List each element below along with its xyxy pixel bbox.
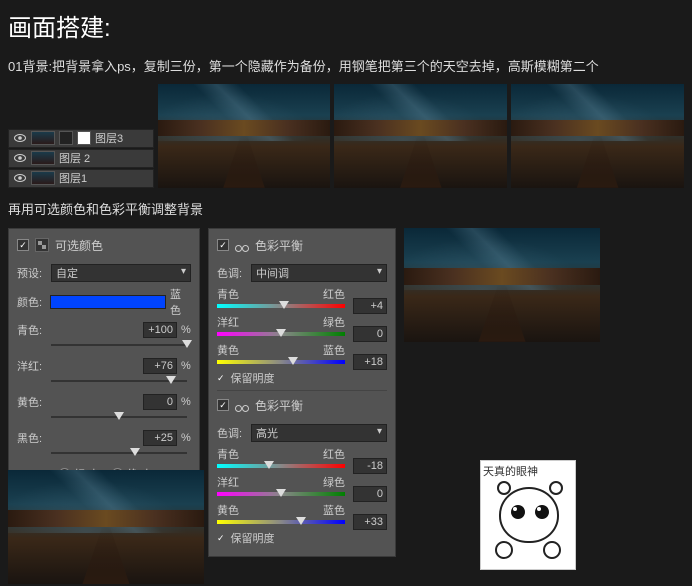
layer-name: 图层3 xyxy=(95,130,123,146)
slider-track[interactable] xyxy=(51,410,187,424)
color-balance-icon xyxy=(235,399,249,411)
slider-track[interactable]: 0 xyxy=(217,492,345,496)
result-preview-1 xyxy=(404,228,600,342)
slider-label: 黄色: xyxy=(17,394,47,410)
slider-value[interactable]: +33 xyxy=(353,514,387,530)
color-balance-icon xyxy=(235,239,249,251)
slider-right-label: 红色 xyxy=(323,286,345,302)
slider-value[interactable]: 0 xyxy=(353,486,387,502)
slider-left-label: 黄色 xyxy=(217,342,239,358)
slider-right-label: 红色 xyxy=(323,446,345,462)
slider-left-label: 青色 xyxy=(217,446,239,462)
visibility-icon[interactable] xyxy=(13,131,27,145)
tone-label: 色调: xyxy=(217,425,247,441)
layer-name: 图层1 xyxy=(59,170,87,186)
layer-name: 图层 2 xyxy=(59,150,90,166)
result-preview-2 xyxy=(8,470,204,584)
slider-track[interactable] xyxy=(51,446,187,460)
slider-right-label: 绿色 xyxy=(323,314,345,330)
layer-mask-icon xyxy=(77,131,91,145)
selective-color-panel: 可选颜色 预设: 自定 颜色: 蓝色 青色:+100% 洋红:+76% 黄色:0… xyxy=(8,228,200,489)
slider-left-label: 黄色 xyxy=(217,502,239,518)
subtitle: 再用可选颜色和色彩平衡调整背景 xyxy=(8,199,684,218)
color-swatch[interactable] xyxy=(50,295,166,309)
slider-track[interactable]: +4 xyxy=(217,304,345,308)
layer-row[interactable]: 图层1 xyxy=(8,169,154,188)
layer-thumb xyxy=(31,131,55,145)
slider-track[interactable]: +33 xyxy=(217,520,345,524)
slider-right-label: 蓝色 xyxy=(323,502,345,518)
slider-right-label: 绿色 xyxy=(323,474,345,490)
color-name: 蓝色 xyxy=(170,286,191,318)
panel-toggle-checkbox[interactable] xyxy=(217,239,229,251)
color-balance-panel: 色彩平衡 色调: 中间调 青色红色 +4洋红绿色 0黄色蓝色 +18 保留明度 … xyxy=(208,228,396,557)
panel-title: 可选颜色 xyxy=(55,237,103,254)
slider-value[interactable]: +18 xyxy=(353,354,387,370)
layer-mask-icon xyxy=(59,131,73,145)
slider-value[interactable]: 0 xyxy=(143,394,177,410)
slider-label: 黑色: xyxy=(17,430,47,446)
slider-track[interactable] xyxy=(51,374,187,388)
layer-thumb xyxy=(31,151,55,165)
visibility-icon[interactable] xyxy=(13,151,27,165)
slider-label: 洋红: xyxy=(17,358,47,374)
slider-track[interactable]: 0 xyxy=(217,332,345,336)
panel-toggle-checkbox[interactable] xyxy=(217,399,229,411)
slider-value[interactable]: +100 xyxy=(143,322,177,338)
color-label: 颜色: xyxy=(17,294,46,310)
preview-2 xyxy=(334,84,507,188)
slider-value[interactable]: -18 xyxy=(353,458,387,474)
intro-text: 01背景:把背景拿入ps，复制三份，第一个隐藏作为备份，用钢笔把第三个的天空去掉… xyxy=(8,57,684,78)
slider-value[interactable]: +76 xyxy=(143,358,177,374)
slider-value[interactable]: +25 xyxy=(143,430,177,446)
slider-track[interactable]: -18 xyxy=(217,464,345,468)
tone-select[interactable]: 高光 xyxy=(251,424,387,442)
preserve-luminosity-checkbox[interactable] xyxy=(217,532,225,544)
layer-row[interactable]: 图层3 xyxy=(8,129,154,148)
preset-label: 预设: xyxy=(17,265,47,281)
preserve-label: 保留明度 xyxy=(231,530,275,546)
layer-thumb xyxy=(31,171,55,185)
slider-label: 青色: xyxy=(17,322,47,338)
preview-1 xyxy=(158,84,331,188)
slider-value[interactable]: +4 xyxy=(353,298,387,314)
preset-select[interactable]: 自定 xyxy=(51,264,191,282)
cartoon-sticker: 天真的眼神 xyxy=(480,460,576,570)
preview-3 xyxy=(511,84,684,188)
layer-row[interactable]: 图层 2 xyxy=(8,149,154,168)
cartoon-caption: 天真的眼神 xyxy=(481,461,575,481)
panel-title: 色彩平衡 xyxy=(255,237,303,254)
slider-left-label: 青色 xyxy=(217,286,239,302)
slider-right-label: 蓝色 xyxy=(323,342,345,358)
slider-left-label: 洋红 xyxy=(217,474,239,490)
preserve-label: 保留明度 xyxy=(231,370,275,386)
tone-label: 色调: xyxy=(217,265,247,281)
visibility-icon[interactable] xyxy=(13,171,27,185)
slider-left-label: 洋红 xyxy=(217,314,239,330)
page-title: 画面搭建: xyxy=(8,8,684,43)
tone-select[interactable]: 中间调 xyxy=(251,264,387,282)
preserve-luminosity-checkbox[interactable] xyxy=(217,372,225,384)
slider-track[interactable]: +18 xyxy=(217,360,345,364)
panel-toggle-checkbox[interactable] xyxy=(17,239,29,251)
selective-color-icon xyxy=(35,238,49,252)
slider-track[interactable] xyxy=(51,338,187,352)
panel-title: 色彩平衡 xyxy=(255,397,303,414)
layers-panel: 图层3 图层 2 图层1 xyxy=(8,84,154,189)
slider-value[interactable]: 0 xyxy=(353,326,387,342)
